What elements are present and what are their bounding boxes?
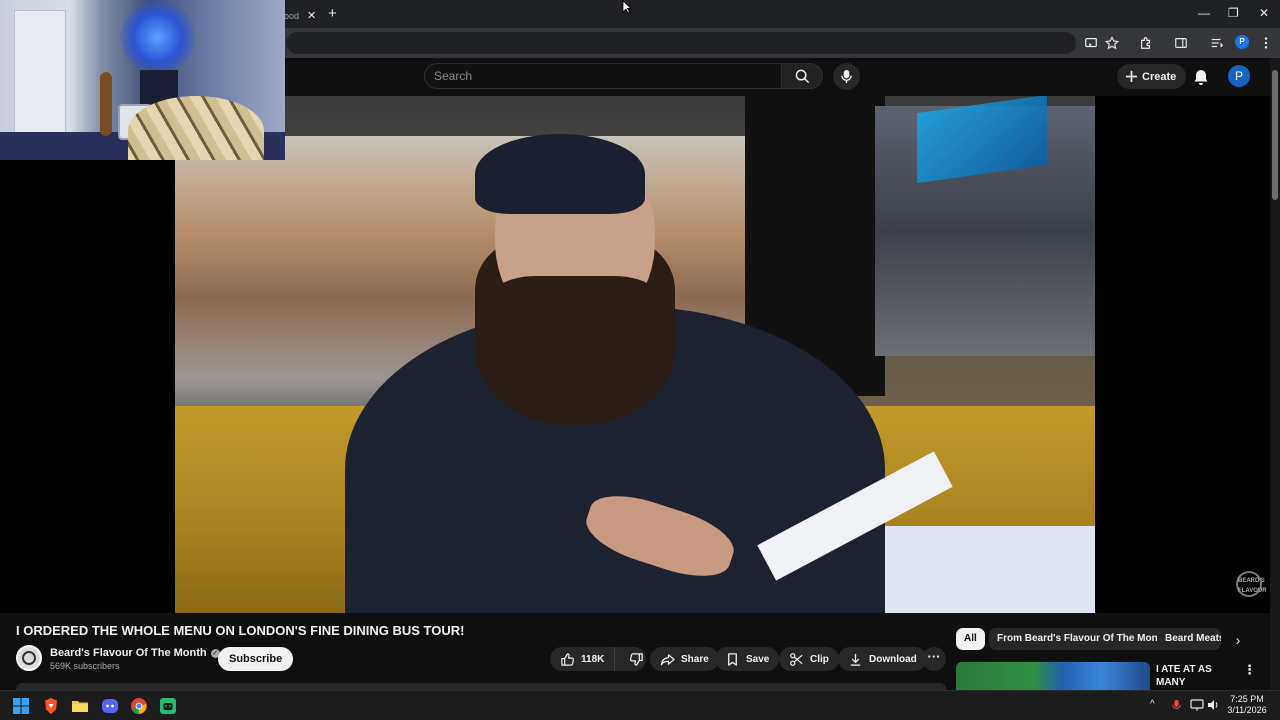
side-panel-icon[interactable] — [1174, 36, 1188, 50]
download-button[interactable]: Download — [838, 647, 927, 671]
description-box[interactable] — [16, 683, 946, 690]
related-video-thumbnail[interactable] — [956, 662, 1150, 690]
create-label: Create — [1142, 70, 1177, 83]
minimize-button[interactable]: — — [1198, 6, 1210, 20]
video-scene-cap — [475, 134, 645, 214]
discord-icon[interactable] — [101, 697, 119, 715]
search-box — [424, 63, 782, 89]
video-title: I ORDERED THE WHOLE MENU ON LONDON'S FIN… — [16, 623, 465, 638]
page-scrollbar-thumb[interactable] — [1272, 70, 1278, 200]
bookmark-star-icon[interactable] — [1105, 36, 1119, 50]
clip-label: Clip — [810, 653, 829, 665]
channel-name[interactable]: Beard's Flavour Of The Month ✓ — [50, 647, 220, 659]
subscribe-button[interactable]: Subscribe — [218, 647, 294, 671]
channel-name-text[interactable]: Beard's Flavour Of The Month — [50, 647, 207, 659]
channel-watermark[interactable]: BEARD'S FLAVOUR — [1236, 571, 1267, 597]
browser-menu-icon[interactable] — [1259, 36, 1273, 50]
brave-browser-icon[interactable] — [42, 697, 60, 715]
chip-from-channel[interactable]: From Beard's Flavour Of The Month — [989, 628, 1176, 650]
notifications-bell-icon[interactable] — [1192, 68, 1210, 86]
download-label: Download — [869, 653, 917, 665]
scissors-icon — [790, 652, 803, 666]
taskbar-clock[interactable]: 7:25 PM 3/11/2026 — [1222, 694, 1272, 716]
video-scene-beard-front — [475, 276, 675, 426]
browser-profile-avatar[interactable]: P — [1235, 35, 1249, 49]
windows-start-icon[interactable] — [12, 697, 30, 715]
like-dislike-group: 118K — [550, 647, 646, 671]
dislike-button[interactable] — [621, 647, 652, 671]
webcam-blue-light — [120, 0, 195, 75]
webcam-person — [128, 96, 264, 160]
chip-all[interactable]: All — [956, 628, 985, 650]
webcam-overlay — [0, 0, 285, 160]
extensions-icon[interactable] — [1139, 36, 1153, 50]
tray-volume-icon[interactable] — [1207, 699, 1219, 711]
file-explorer-icon[interactable] — [71, 697, 89, 715]
thumbs-down-icon — [630, 652, 644, 666]
search-button[interactable] — [781, 63, 823, 89]
restore-button[interactable]: ❐ — [1228, 6, 1239, 20]
create-button[interactable]: Create — [1117, 64, 1187, 89]
share-button[interactable]: Share — [650, 647, 719, 671]
download-icon — [850, 653, 861, 666]
tray-microphone-icon[interactable] — [1171, 699, 1182, 711]
chrome-icon[interactable] — [130, 697, 148, 715]
windows-taskbar: ^ 7:25 PM 3/11/2026 — [0, 690, 1280, 720]
bookmark-icon — [728, 652, 737, 666]
chip-beard-meats[interactable]: Beard Meats — [1157, 628, 1221, 650]
video-frame[interactable] — [175, 96, 1095, 613]
save-button[interactable]: Save — [715, 647, 780, 671]
webcam-guitar — [100, 72, 112, 136]
microphone-icon — [841, 70, 852, 83]
page-scrollbar[interactable] — [1270, 58, 1280, 690]
browser-tab[interactable]: ood ✕ — [284, 3, 326, 28]
more-actions-button[interactable]: ··· — [922, 647, 946, 671]
cast-icon[interactable] — [1084, 36, 1098, 50]
video-player[interactable]: BEARD'S FLAVOUR — [0, 96, 1270, 613]
new-tab-button[interactable]: + — [328, 5, 337, 22]
media-controls-icon[interactable] — [1210, 36, 1224, 50]
chips-next-icon[interactable]: › — [1228, 630, 1248, 650]
channel-avatar[interactable] — [16, 645, 42, 671]
search-input[interactable] — [425, 64, 782, 88]
browser-tab-title: ood — [284, 10, 300, 21]
related-video-menu-icon[interactable]: ⋮ — [1243, 662, 1256, 678]
share-arrow-icon — [660, 653, 675, 665]
android-app-icon[interactable] — [159, 697, 177, 715]
subscriber-count: 569K subscribers — [50, 661, 120, 671]
clock-date: 3/11/2026 — [1227, 705, 1267, 715]
share-label: Share — [681, 653, 709, 665]
tab-close-icon[interactable]: ✕ — [307, 9, 316, 22]
clip-button[interactable]: Clip — [779, 647, 839, 671]
voice-search-button[interactable] — [833, 63, 860, 90]
thumbs-up-icon — [561, 652, 575, 666]
mouse-cursor-icon — [622, 0, 632, 14]
like-count: 118K — [581, 653, 605, 665]
plus-icon — [1125, 70, 1138, 83]
webcam-door — [14, 10, 66, 140]
account-avatar[interactable]: P — [1228, 65, 1250, 87]
clock-time: 7:25 PM — [1230, 694, 1264, 704]
address-bar[interactable] — [286, 32, 1076, 54]
tray-overflow-chevron-icon[interactable]: ^ — [1150, 699, 1155, 710]
save-label: Save — [746, 653, 770, 665]
window-close-button[interactable]: ✕ — [1259, 6, 1269, 20]
like-button[interactable]: 118K — [550, 647, 616, 671]
tray-network-icon[interactable] — [1190, 699, 1204, 711]
search-icon — [795, 69, 809, 83]
